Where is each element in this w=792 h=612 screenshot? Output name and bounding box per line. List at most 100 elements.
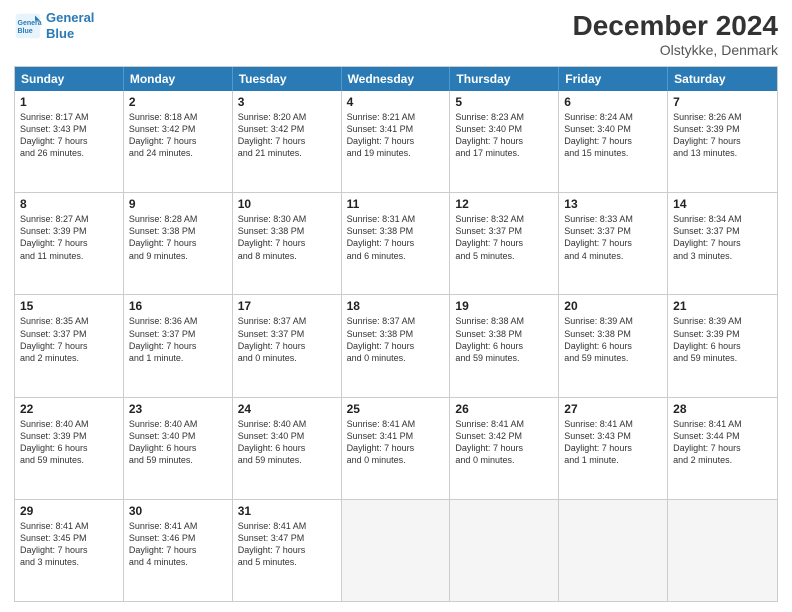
month-title: December 2024 bbox=[573, 10, 778, 42]
day-info: Sunrise: 8:41 AM Sunset: 3:42 PM Dayligh… bbox=[455, 418, 553, 467]
day-info: Sunrise: 8:37 AM Sunset: 3:38 PM Dayligh… bbox=[347, 315, 445, 364]
day-info: Sunrise: 8:35 AM Sunset: 3:37 PM Dayligh… bbox=[20, 315, 118, 364]
calendar-cell bbox=[559, 500, 668, 601]
day-number: 27 bbox=[564, 402, 662, 416]
calendar-cell: 5 Sunrise: 8:23 AM Sunset: 3:40 PM Daylig… bbox=[450, 91, 559, 192]
calendar-cell: 20 Sunrise: 8:39 AM Sunset: 3:38 PM Dayli… bbox=[559, 295, 668, 396]
weekday-header: Tuesday bbox=[233, 67, 342, 91]
day-number: 25 bbox=[347, 402, 445, 416]
page: General Blue General Blue December 2024 … bbox=[0, 0, 792, 612]
day-info: Sunrise: 8:23 AM Sunset: 3:40 PM Dayligh… bbox=[455, 111, 553, 160]
day-number: 5 bbox=[455, 95, 553, 109]
day-number: 11 bbox=[347, 197, 445, 211]
day-info: Sunrise: 8:27 AM Sunset: 3:39 PM Dayligh… bbox=[20, 213, 118, 262]
weekday-header: Monday bbox=[124, 67, 233, 91]
calendar-cell: 18Sunrise: 8:37 AM Sunset: 3:38 PM Dayli… bbox=[342, 295, 451, 396]
day-info: Sunrise: 8:40 AM Sunset: 3:40 PM Dayligh… bbox=[129, 418, 227, 467]
svg-text:Blue: Blue bbox=[18, 28, 33, 35]
calendar-row: 22 Sunrise: 8:40 AM Sunset: 3:39 PM Dayli… bbox=[15, 397, 777, 499]
calendar-cell: 23 Sunrise: 8:40 AM Sunset: 3:40 PM Dayli… bbox=[124, 398, 233, 499]
title-block: December 2024 Olstykke, Denmark bbox=[573, 10, 778, 58]
calendar-cell: 13 Sunrise: 8:33 AM Sunset: 3:37 PM Dayli… bbox=[559, 193, 668, 294]
day-info: Sunrise: 8:31 AM Sunset: 3:38 PM Dayligh… bbox=[347, 213, 445, 262]
day-number: 31 bbox=[238, 504, 336, 518]
day-number: 7 bbox=[673, 95, 772, 109]
day-info: Sunrise: 8:28 AM Sunset: 3:38 PM Dayligh… bbox=[129, 213, 227, 262]
calendar-cell: 17 Sunrise: 8:37 AM Sunset: 3:37 PM Dayli… bbox=[233, 295, 342, 396]
day-number: 13 bbox=[564, 197, 662, 211]
day-info: Sunrise: 8:33 AM Sunset: 3:37 PM Dayligh… bbox=[564, 213, 662, 262]
calendar-cell: 10Sunrise: 8:30 AM Sunset: 3:38 PM Dayli… bbox=[233, 193, 342, 294]
calendar-cell: 25Sunrise: 8:41 AM Sunset: 3:41 PM Dayli… bbox=[342, 398, 451, 499]
header: General Blue General Blue December 2024 … bbox=[14, 10, 778, 58]
day-info: Sunrise: 8:39 AM Sunset: 3:39 PM Dayligh… bbox=[673, 315, 772, 364]
day-number: 1 bbox=[20, 95, 118, 109]
calendar-cell bbox=[668, 500, 777, 601]
logo-icon: General Blue bbox=[14, 12, 42, 40]
calendar-cell: 16 Sunrise: 8:36 AM Sunset: 3:37 PM Dayli… bbox=[124, 295, 233, 396]
calendar-cell bbox=[342, 500, 451, 601]
day-info: Sunrise: 8:40 AM Sunset: 3:40 PM Dayligh… bbox=[238, 418, 336, 467]
weekday-header: Saturday bbox=[668, 67, 777, 91]
day-info: Sunrise: 8:41 AM Sunset: 3:46 PM Dayligh… bbox=[129, 520, 227, 569]
day-number: 4 bbox=[347, 95, 445, 109]
day-number: 24 bbox=[238, 402, 336, 416]
calendar-cell: 8 Sunrise: 8:27 AM Sunset: 3:39 PM Daylig… bbox=[15, 193, 124, 294]
day-number: 2 bbox=[129, 95, 227, 109]
calendar-cell: 11 Sunrise: 8:31 AM Sunset: 3:38 PM Dayli… bbox=[342, 193, 451, 294]
calendar-cell: 2 Sunrise: 8:18 AM Sunset: 3:42 PM Daylig… bbox=[124, 91, 233, 192]
day-number: 23 bbox=[129, 402, 227, 416]
day-number: 16 bbox=[129, 299, 227, 313]
day-info: Sunrise: 8:41 AM Sunset: 3:47 PM Dayligh… bbox=[238, 520, 336, 569]
calendar-cell: 24 Sunrise: 8:40 AM Sunset: 3:40 PM Dayli… bbox=[233, 398, 342, 499]
day-number: 21 bbox=[673, 299, 772, 313]
day-info: Sunrise: 8:39 AM Sunset: 3:38 PM Dayligh… bbox=[564, 315, 662, 364]
day-number: 28 bbox=[673, 402, 772, 416]
calendar-row: 1Sunrise: 8:17 AM Sunset: 3:43 PM Daylig… bbox=[15, 91, 777, 192]
calendar-row: 15 Sunrise: 8:35 AM Sunset: 3:37 PM Dayli… bbox=[15, 294, 777, 396]
day-info: Sunrise: 8:18 AM Sunset: 3:42 PM Dayligh… bbox=[129, 111, 227, 160]
day-info: Sunrise: 8:40 AM Sunset: 3:39 PM Dayligh… bbox=[20, 418, 118, 467]
day-info: Sunrise: 8:41 AM Sunset: 3:45 PM Dayligh… bbox=[20, 520, 118, 569]
calendar-cell: 22 Sunrise: 8:40 AM Sunset: 3:39 PM Dayli… bbox=[15, 398, 124, 499]
calendar-body: 1Sunrise: 8:17 AM Sunset: 3:43 PM Daylig… bbox=[15, 91, 777, 601]
logo: General Blue General Blue bbox=[14, 10, 94, 41]
svg-text:General: General bbox=[18, 20, 43, 27]
day-number: 9 bbox=[129, 197, 227, 211]
calendar-cell: 6Sunrise: 8:24 AM Sunset: 3:40 PM Daylig… bbox=[559, 91, 668, 192]
day-info: Sunrise: 8:41 AM Sunset: 3:44 PM Dayligh… bbox=[673, 418, 772, 467]
calendar-cell: 14 Sunrise: 8:34 AM Sunset: 3:37 PM Dayli… bbox=[668, 193, 777, 294]
calendar: SundayMondayTuesdayWednesdayThursdayFrid… bbox=[14, 66, 778, 602]
day-number: 12 bbox=[455, 197, 553, 211]
day-info: Sunrise: 8:21 AM Sunset: 3:41 PM Dayligh… bbox=[347, 111, 445, 160]
day-number: 3 bbox=[238, 95, 336, 109]
day-number: 15 bbox=[20, 299, 118, 313]
calendar-cell: 19Sunrise: 8:38 AM Sunset: 3:38 PM Dayli… bbox=[450, 295, 559, 396]
day-number: 10 bbox=[238, 197, 336, 211]
calendar-cell: 12Sunrise: 8:32 AM Sunset: 3:37 PM Dayli… bbox=[450, 193, 559, 294]
day-number: 17 bbox=[238, 299, 336, 313]
day-info: Sunrise: 8:26 AM Sunset: 3:39 PM Dayligh… bbox=[673, 111, 772, 160]
calendar-cell: 30Sunrise: 8:41 AM Sunset: 3:46 PM Dayli… bbox=[124, 500, 233, 601]
day-info: Sunrise: 8:34 AM Sunset: 3:37 PM Dayligh… bbox=[673, 213, 772, 262]
logo-text: General Blue bbox=[46, 10, 94, 41]
calendar-cell: 4 Sunrise: 8:21 AM Sunset: 3:41 PM Daylig… bbox=[342, 91, 451, 192]
calendar-row: 8 Sunrise: 8:27 AM Sunset: 3:39 PM Daylig… bbox=[15, 192, 777, 294]
day-number: 6 bbox=[564, 95, 662, 109]
day-number: 29 bbox=[20, 504, 118, 518]
day-number: 8 bbox=[20, 197, 118, 211]
calendar-cell: 27Sunrise: 8:41 AM Sunset: 3:43 PM Dayli… bbox=[559, 398, 668, 499]
day-info: Sunrise: 8:36 AM Sunset: 3:37 PM Dayligh… bbox=[129, 315, 227, 364]
day-info: Sunrise: 8:20 AM Sunset: 3:42 PM Dayligh… bbox=[238, 111, 336, 160]
day-number: 14 bbox=[673, 197, 772, 211]
day-number: 22 bbox=[20, 402, 118, 416]
calendar-cell bbox=[450, 500, 559, 601]
calendar-cell: 1Sunrise: 8:17 AM Sunset: 3:43 PM Daylig… bbox=[15, 91, 124, 192]
calendar-cell: 28 Sunrise: 8:41 AM Sunset: 3:44 PM Dayli… bbox=[668, 398, 777, 499]
calendar-cell: 3 Sunrise: 8:20 AM Sunset: 3:42 PM Daylig… bbox=[233, 91, 342, 192]
calendar-row: 29 Sunrise: 8:41 AM Sunset: 3:45 PM Dayli… bbox=[15, 499, 777, 601]
day-number: 19 bbox=[455, 299, 553, 313]
day-number: 20 bbox=[564, 299, 662, 313]
calendar-cell: 26Sunrise: 8:41 AM Sunset: 3:42 PM Dayli… bbox=[450, 398, 559, 499]
day-info: Sunrise: 8:37 AM Sunset: 3:37 PM Dayligh… bbox=[238, 315, 336, 364]
